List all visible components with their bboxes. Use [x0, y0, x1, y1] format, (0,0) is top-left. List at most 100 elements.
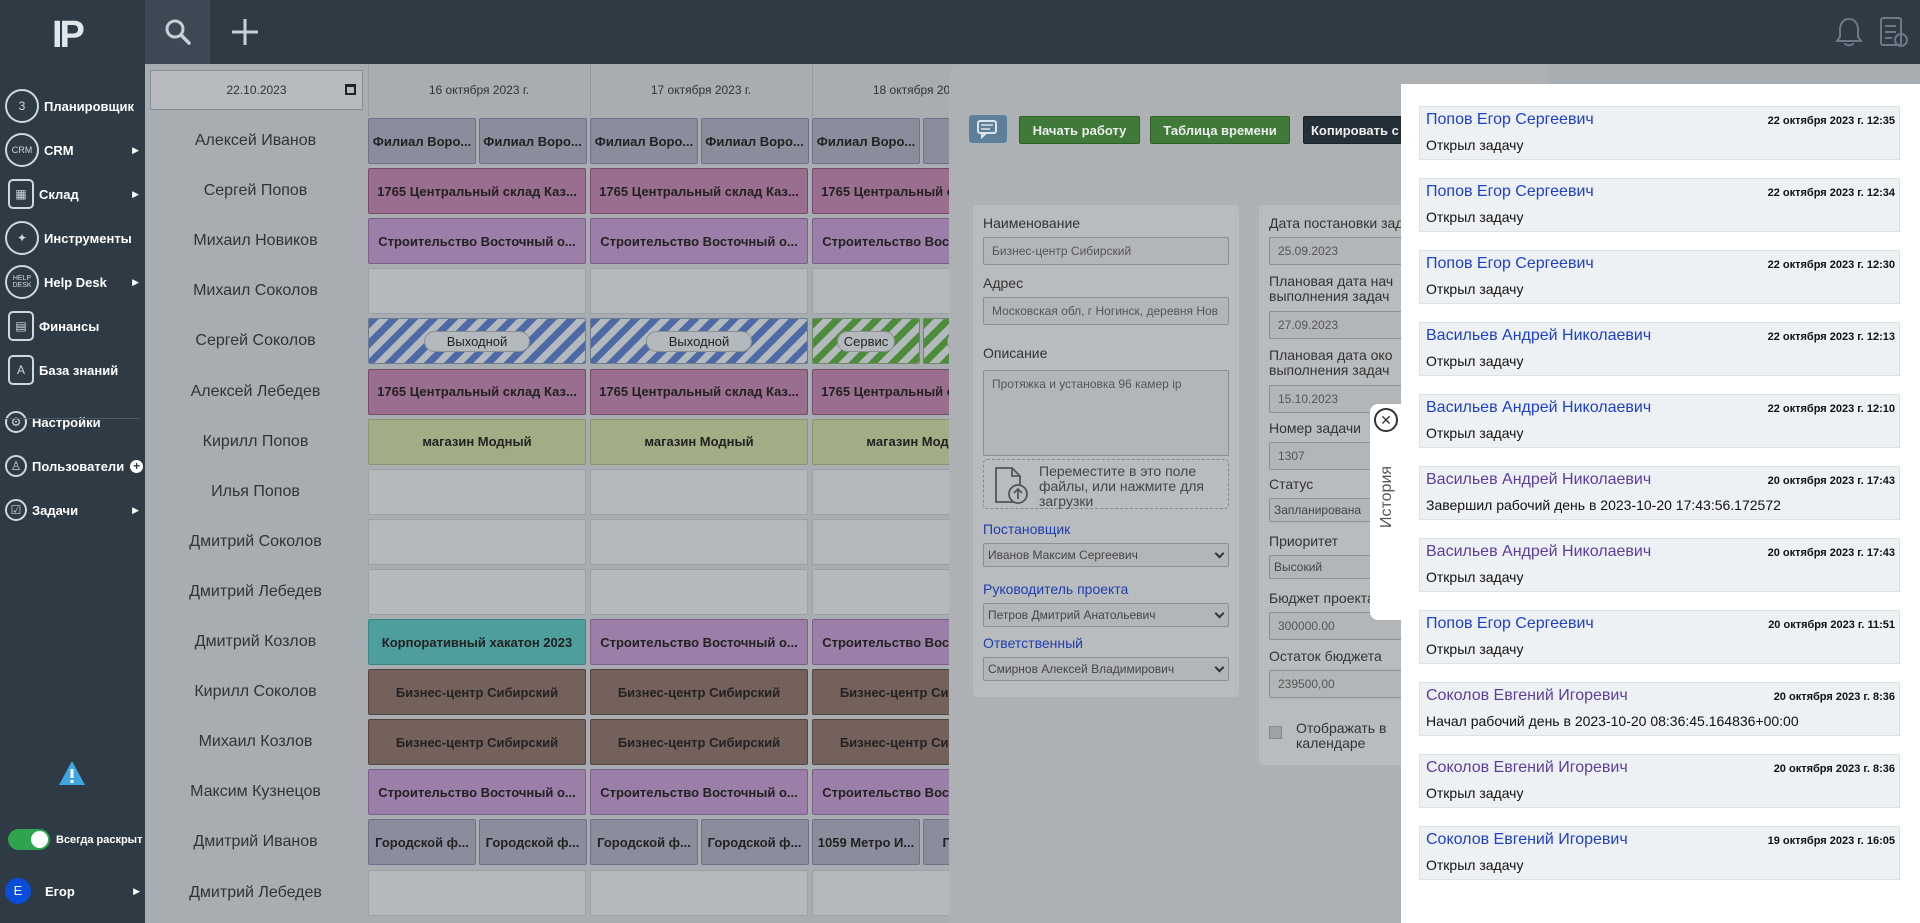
schedule-cell-empty[interactable]: [590, 568, 808, 615]
history-user-link[interactable]: Попов Егор Сергеевич: [1426, 615, 1594, 633]
always-expanded-toggle[interactable]: [8, 829, 50, 850]
timesheet-button[interactable]: Таблица времени: [1150, 116, 1290, 144]
schedule-task-label: Строительство Восточный о...: [378, 784, 576, 800]
schedule-task[interactable]: Строительство Восточный о...: [590, 218, 808, 265]
schedule-task[interactable]: Строительство Восточный о...: [590, 619, 808, 665]
schedule-task[interactable]: 1765 Центральный склад Каз...: [368, 168, 586, 215]
sidebar-item-7[interactable]: ⚙ Настройки: [0, 402, 145, 442]
history-entry: Васильев Андрей Николаевич 22 октября 202…: [1419, 394, 1900, 448]
task-list-icon[interactable]: [1878, 14, 1908, 48]
sidebar-item-5[interactable]: ▤ Финансы: [0, 306, 145, 346]
schedule-task[interactable]: Городской ф...: [368, 819, 476, 866]
schedule-task[interactable]: Бизнес-центр Сибирский: [368, 719, 586, 766]
schedule-task[interactable]: Филиал Воро...: [368, 118, 476, 164]
schedule-task[interactable]: Строительство Восточный о...: [368, 769, 586, 816]
assigner-select[interactable]: Иванов Максим Сергеевич: [983, 543, 1229, 567]
date-input[interactable]: 22.10.2023: [150, 70, 363, 110]
comments-button[interactable]: [969, 115, 1007, 143]
history-timestamp: 22 октября 2023 г. 12:34: [1767, 187, 1895, 199]
sidebar-item-label: База знаний: [39, 362, 119, 378]
schedule-task[interactable]: Бизнес-центр Сибирский: [368, 669, 586, 716]
schedule-task[interactable]: Городской ф...: [478, 819, 587, 866]
sidebar-item-9[interactable]: ☑ Задачи ▶: [0, 490, 145, 530]
add-button[interactable]: [223, 10, 267, 54]
history-user-link[interactable]: Попов Егор Сергеевич: [1426, 255, 1594, 273]
schedule-task[interactable]: магазин Модный: [590, 418, 808, 465]
history-user-link[interactable]: Соколов Евгений Игоревич: [1426, 687, 1628, 705]
file-upload-zone[interactable]: Переместите в это поле файлы, или нажмит…: [983, 459, 1229, 509]
history-user-link[interactable]: Васильев Андрей Николаевич: [1426, 543, 1651, 561]
add-user-icon[interactable]: +: [130, 459, 144, 473]
name-field[interactable]: Бизнес-центр Сибирский: [983, 237, 1229, 265]
schedule-cell-empty[interactable]: [368, 568, 586, 615]
schedule-task[interactable]: Филиал Воро...: [812, 118, 920, 164]
calendar-icon[interactable]: [345, 84, 356, 95]
sidebar-item-4[interactable]: HELP DESK Help Desk ▶: [0, 262, 145, 302]
status-value: Запланирована: [1274, 503, 1361, 517]
schedule-task[interactable]: Бизнес-центр Сибирский: [590, 719, 808, 766]
responsible-select[interactable]: Смирнов Алексей Владимирович: [983, 657, 1229, 681]
sidebar-item-3[interactable]: ✦ Инструменты: [0, 218, 145, 258]
employee-name: Илья Попов: [211, 482, 300, 500]
start-work-button[interactable]: Начать работу: [1019, 116, 1140, 144]
schedule-cell-empty[interactable]: [368, 268, 586, 315]
schedule-task[interactable]: Выходной: [590, 318, 808, 365]
description-field[interactable]: Протяжка и установка 96 камер ip: [983, 370, 1229, 456]
schedule-task[interactable]: Филиал Воро...: [700, 118, 809, 164]
app-logo[interactable]: IP: [52, 14, 85, 57]
history-entry: Васильев Андрей Николаевич 22 октября 202…: [1419, 322, 1900, 376]
employee-name: Кирилл Соколов: [194, 683, 317, 701]
history-user-link[interactable]: Попов Егор Сергеевич: [1426, 183, 1594, 201]
schedule-task[interactable]: Строительство Восточный о...: [590, 769, 808, 816]
schedule-task[interactable]: Городской ф...: [700, 819, 809, 866]
history-action: Открыл задачу: [1426, 641, 1524, 657]
priority-value: Высокий: [1274, 560, 1323, 574]
schedule-task[interactable]: 1765 Центральный склад Каз...: [368, 368, 586, 415]
show-in-calendar-checkbox-row[interactable]: Отображать в календаре: [1269, 721, 1386, 751]
history-user-link[interactable]: Соколов Евгений Игоревич: [1426, 831, 1628, 849]
schedule-cell-empty[interactable]: [368, 468, 586, 515]
address-field[interactable]: Московская обл, г Ногинск, деревня Нов: [983, 297, 1229, 325]
schedule-task[interactable]: Бизнес-центр Сибирский: [590, 669, 808, 716]
history-user-link[interactable]: Васильев Андрей Николаевич: [1426, 471, 1651, 489]
schedule-task-label: Городской ф...: [597, 834, 691, 850]
show-in-calendar-checkbox[interactable]: [1269, 726, 1282, 739]
schedule-cell-empty[interactable]: [590, 268, 808, 315]
schedule-task[interactable]: Сервис: [812, 318, 920, 365]
schedule-task[interactable]: Городской ф...: [590, 819, 698, 866]
sidebar-item-1[interactable]: CRM CRM ▶: [0, 130, 145, 170]
schedule-cell-empty[interactable]: [590, 518, 808, 565]
schedule-cell-empty[interactable]: [368, 869, 586, 916]
bell-icon[interactable]: [1835, 16, 1863, 48]
task-number-label: Номер задачи: [1269, 420, 1361, 436]
history-tab[interactable]: ✕ История: [1370, 404, 1404, 620]
schedule-task[interactable]: Филиал Воро...: [590, 118, 698, 164]
schedule-task[interactable]: магазин Модный: [368, 418, 586, 465]
search-button[interactable]: [145, 0, 210, 64]
sidebar-item-0[interactable]: 3 Планировщик: [0, 86, 145, 126]
sidebar-item-8[interactable]: ♙ Пользователи +: [0, 446, 145, 486]
project-manager-label[interactable]: Руководитель проекта: [983, 581, 1128, 597]
schedule-cell-empty[interactable]: [590, 468, 808, 515]
user-menu[interactable]: Е Егор ▶: [5, 876, 145, 906]
schedule-cell-empty[interactable]: [368, 518, 586, 565]
assigner-label[interactable]: Постановщик: [983, 521, 1070, 537]
schedule-task[interactable]: Строительство Восточный о...: [368, 218, 586, 265]
schedule-task[interactable]: Корпоративный хакатон 2023: [368, 619, 586, 665]
responsible-label[interactable]: Ответственный: [983, 635, 1083, 651]
schedule-task[interactable]: Выходной: [368, 318, 586, 365]
sidebar-item-2[interactable]: ▦ Склад ▶: [0, 174, 145, 214]
sidebar-item-6[interactable]: A База знаний: [0, 350, 145, 390]
history-user-link[interactable]: Васильев Андрей Николаевич: [1426, 327, 1651, 345]
schedule-task[interactable]: 1059 Метро И...: [812, 819, 920, 866]
warning-icon[interactable]: [58, 760, 86, 786]
schedule-cell-empty[interactable]: [590, 869, 808, 916]
project-manager-select[interactable]: Петров Дмитрий Анатольевич: [983, 603, 1229, 627]
history-user-link[interactable]: Соколов Евгений Игоревич: [1426, 759, 1628, 777]
history-user-link[interactable]: Попов Егор Сергеевич: [1426, 111, 1594, 129]
history-user-link[interactable]: Васильев Андрей Николаевич: [1426, 399, 1651, 417]
schedule-task[interactable]: 1765 Центральный склад Каз...: [590, 368, 808, 415]
schedule-task[interactable]: 1765 Центральный склад Каз...: [590, 168, 808, 215]
schedule-task[interactable]: Филиал Воро...: [478, 118, 587, 164]
close-history-button[interactable]: ✕: [1374, 408, 1398, 432]
